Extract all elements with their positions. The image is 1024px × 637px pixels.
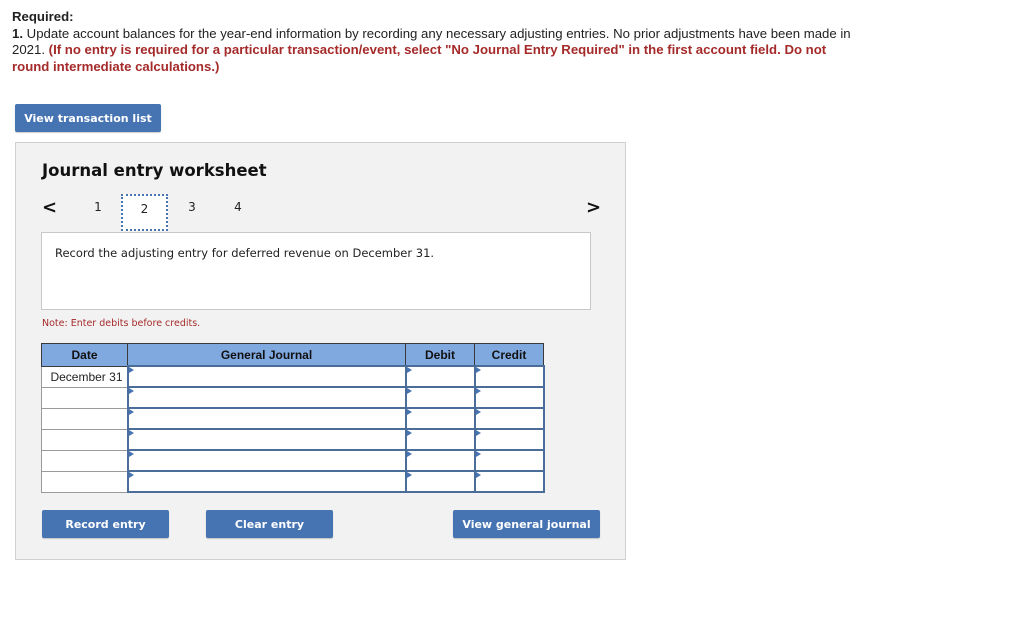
clear-entry-button[interactable]: Clear entry: [206, 510, 333, 538]
account-input-cell: [126, 365, 407, 388]
debit-input-cell: [404, 365, 476, 388]
credit-input[interactable]: [475, 409, 543, 428]
credit-input-cell: [473, 428, 545, 451]
transaction-description-box: Record the adjusting entry for deferred …: [41, 232, 591, 310]
table-row: [41, 428, 545, 451]
date-cell[interactable]: [41, 449, 128, 472]
account-input[interactable]: [128, 472, 405, 491]
table-row: December 31: [41, 365, 545, 388]
debit-input[interactable]: [406, 451, 474, 470]
credit-input-cell: [473, 470, 545, 493]
account-input[interactable]: [128, 409, 405, 428]
credit-input-cell: [473, 365, 545, 388]
date-cell[interactable]: [41, 386, 128, 409]
account-input[interactable]: [128, 451, 405, 470]
credit-input[interactable]: [475, 451, 543, 470]
account-input-cell: [126, 449, 407, 472]
debit-input-cell: [404, 386, 476, 409]
header-debit: Debit: [405, 343, 475, 367]
table-row: [41, 407, 545, 430]
instruction-warning: (If no entry is required for a particula…: [12, 42, 827, 74]
date-cell[interactable]: December 31: [41, 365, 128, 388]
table-row: [41, 470, 545, 493]
account-input[interactable]: [128, 430, 405, 449]
item-number: 1.: [12, 25, 23, 41]
debit-input[interactable]: [406, 388, 474, 407]
page-tab-2[interactable]: 2: [121, 194, 168, 231]
header-credit: Credit: [474, 343, 544, 367]
page-tab-3[interactable]: 3: [180, 200, 204, 214]
view-general-journal-button[interactable]: View general journal: [453, 510, 600, 538]
credit-input-cell: [473, 449, 545, 472]
account-input-cell: [126, 386, 407, 409]
debit-input-cell: [404, 407, 476, 430]
page-tab-4[interactable]: 4: [226, 200, 250, 214]
table-header-row: Date General Journal Debit Credit: [41, 343, 544, 367]
table-row: [41, 386, 545, 409]
debit-input-cell: [404, 449, 476, 472]
header-date: Date: [41, 343, 128, 367]
date-cell[interactable]: [41, 428, 128, 451]
chevron-right-icon[interactable]: >: [586, 198, 601, 218]
credit-input-cell: [473, 407, 545, 430]
account-input[interactable]: [128, 367, 405, 386]
date-cell[interactable]: [41, 470, 128, 493]
record-entry-button[interactable]: Record entry: [42, 510, 169, 538]
credit-input-cell: [473, 386, 545, 409]
account-input-cell: [126, 407, 407, 430]
account-input-cell: [126, 428, 407, 451]
chevron-left-icon[interactable]: <: [42, 198, 57, 218]
debit-input[interactable]: [406, 367, 474, 386]
worksheet-title: Journal entry worksheet: [42, 161, 267, 180]
debit-input[interactable]: [406, 472, 474, 491]
worksheet-pager: < 1 2 3 4 >: [42, 194, 602, 234]
header-general-journal: General Journal: [127, 343, 406, 367]
journal-table: Date General Journal Debit Credit Decemb…: [41, 343, 545, 493]
date-cell[interactable]: [41, 407, 128, 430]
account-input-cell: [126, 470, 407, 493]
debit-input[interactable]: [406, 430, 474, 449]
required-heading: Required:: [12, 9, 74, 24]
debit-input-cell: [404, 428, 476, 451]
debit-input-cell: [404, 470, 476, 493]
credit-input[interactable]: [475, 430, 543, 449]
credit-input[interactable]: [475, 472, 543, 491]
journal-entry-worksheet-panel: Journal entry worksheet < 1 2 3 4 > Reco…: [15, 142, 626, 560]
debit-credit-note: Note: Enter debits before credits.: [42, 318, 201, 329]
credit-input[interactable]: [475, 367, 543, 386]
table-row: [41, 449, 545, 472]
credit-input[interactable]: [475, 388, 543, 407]
transaction-description: Record the adjusting entry for deferred …: [55, 246, 435, 260]
page-tab-1[interactable]: 1: [86, 200, 110, 214]
instructions: Required: 1. Update account balances for…: [12, 9, 852, 75]
view-transaction-list-button[interactable]: View transaction list: [15, 104, 161, 132]
debit-input[interactable]: [406, 409, 474, 428]
account-input[interactable]: [128, 388, 405, 407]
